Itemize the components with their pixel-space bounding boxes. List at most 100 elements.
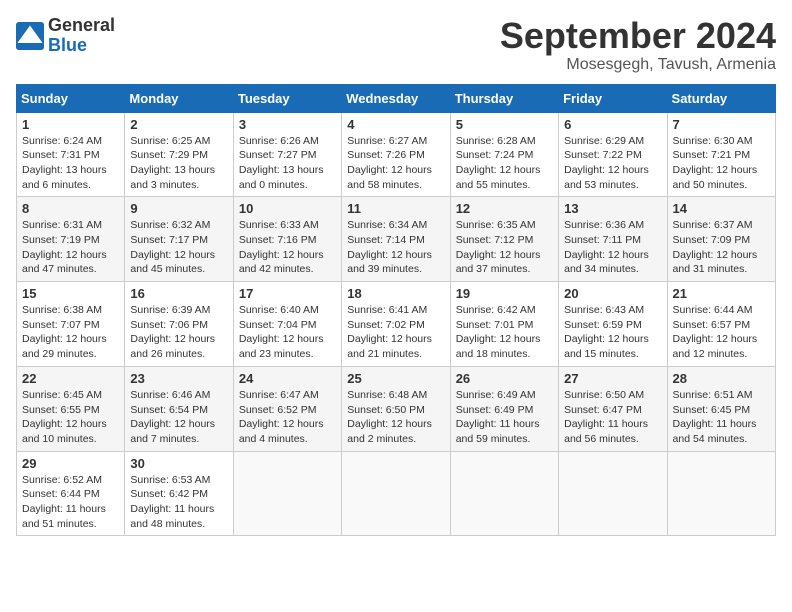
day-number: 28 (673, 371, 770, 386)
day-number: 25 (347, 371, 444, 386)
day-number: 22 (22, 371, 119, 386)
table-cell (450, 451, 558, 536)
day-number: 12 (456, 201, 553, 216)
month-title: September 2024 (500, 16, 776, 56)
day-number: 20 (564, 286, 661, 301)
day-number: 29 (22, 456, 119, 471)
day-number: 6 (564, 117, 661, 132)
day-info: Sunrise: 6:43 AM Sunset: 6:59 PM Dayligh… (564, 304, 649, 360)
day-info: Sunrise: 6:34 AM Sunset: 7:14 PM Dayligh… (347, 219, 432, 275)
day-number: 3 (239, 117, 336, 132)
day-info: Sunrise: 6:29 AM Sunset: 7:22 PM Dayligh… (564, 135, 649, 191)
table-cell: 22 Sunrise: 6:45 AM Sunset: 6:55 PM Dayli… (17, 366, 125, 451)
table-cell: 20 Sunrise: 6:43 AM Sunset: 6:59 PM Dayli… (559, 282, 667, 367)
table-cell: 30Sunrise: 6:53 AM Sunset: 6:42 PM Dayli… (125, 451, 233, 536)
day-number: 17 (239, 286, 336, 301)
day-number: 7 (673, 117, 770, 132)
table-cell (233, 451, 341, 536)
day-info: Sunrise: 6:46 AM Sunset: 6:54 PM Dayligh… (130, 389, 215, 445)
table-cell: 16Sunrise: 6:39 AM Sunset: 7:06 PM Dayli… (125, 282, 233, 367)
table-cell: 7 Sunrise: 6:30 AM Sunset: 7:21 PM Daylig… (667, 112, 775, 197)
day-number: 27 (564, 371, 661, 386)
table-cell: 2Sunrise: 6:25 AM Sunset: 7:29 PM Daylig… (125, 112, 233, 197)
day-number: 15 (22, 286, 119, 301)
calendar-body: 1Sunrise: 6:24 AM Sunset: 7:31 PM Daylig… (17, 112, 776, 536)
calendar-header: Sunday Monday Tuesday Wednesday Thursday… (17, 84, 776, 112)
day-info: Sunrise: 6:42 AM Sunset: 7:01 PM Dayligh… (456, 304, 541, 360)
day-info: Sunrise: 6:49 AM Sunset: 6:49 PM Dayligh… (456, 389, 540, 445)
day-number: 14 (673, 201, 770, 216)
day-info: Sunrise: 6:45 AM Sunset: 6:55 PM Dayligh… (22, 389, 107, 445)
header-wednesday: Wednesday (342, 84, 450, 112)
table-cell: 19 Sunrise: 6:42 AM Sunset: 7:01 PM Dayli… (450, 282, 558, 367)
table-cell: 12Sunrise: 6:35 AM Sunset: 7:12 PM Dayli… (450, 197, 558, 282)
table-cell (342, 451, 450, 536)
table-cell: 1Sunrise: 6:24 AM Sunset: 7:31 PM Daylig… (17, 112, 125, 197)
header-tuesday: Tuesday (233, 84, 341, 112)
table-cell: 11 Sunrise: 6:34 AM Sunset: 7:14 PM Dayli… (342, 197, 450, 282)
day-number: 11 (347, 201, 444, 216)
day-number: 10 (239, 201, 336, 216)
header: General Blue September 2024 Mosesgegh, T… (16, 16, 776, 74)
day-info: Sunrise: 6:36 AM Sunset: 7:11 PM Dayligh… (564, 219, 649, 275)
day-number: 8 (22, 201, 119, 216)
location: Mosesgegh, Tavush, Armenia (500, 56, 776, 74)
day-info: Sunrise: 6:50 AM Sunset: 6:47 PM Dayligh… (564, 389, 648, 445)
table-cell: 9 Sunrise: 6:32 AM Sunset: 7:17 PM Daylig… (125, 197, 233, 282)
day-number: 9 (130, 201, 227, 216)
day-number: 19 (456, 286, 553, 301)
table-cell: 28 Sunrise: 6:51 AM Sunset: 6:45 PM Dayli… (667, 366, 775, 451)
day-info: Sunrise: 6:37 AM Sunset: 7:09 PM Dayligh… (673, 219, 758, 275)
day-info: Sunrise: 6:48 AM Sunset: 6:50 PM Dayligh… (347, 389, 432, 445)
table-cell: 25 Sunrise: 6:48 AM Sunset: 6:50 PM Dayli… (342, 366, 450, 451)
day-info: Sunrise: 6:31 AM Sunset: 7:19 PM Dayligh… (22, 219, 107, 275)
table-cell: 3 Sunrise: 6:26 AM Sunset: 7:27 PM Daylig… (233, 112, 341, 197)
day-info: Sunrise: 6:44 AM Sunset: 6:57 PM Dayligh… (673, 304, 758, 360)
day-info: Sunrise: 6:26 AM Sunset: 7:27 PM Dayligh… (239, 135, 324, 191)
day-number: 21 (673, 286, 770, 301)
table-cell (559, 451, 667, 536)
title-block: September 2024 Mosesgegh, Tavush, Armeni… (500, 16, 776, 74)
day-info: Sunrise: 6:51 AM Sunset: 6:45 PM Dayligh… (673, 389, 757, 445)
table-cell: 5 Sunrise: 6:28 AM Sunset: 7:24 PM Daylig… (450, 112, 558, 197)
header-friday: Friday (559, 84, 667, 112)
table-cell: 13 Sunrise: 6:36 AM Sunset: 7:11 PM Dayli… (559, 197, 667, 282)
day-number: 26 (456, 371, 553, 386)
day-info: Sunrise: 6:39 AM Sunset: 7:06 PM Dayligh… (130, 304, 215, 360)
day-info: Sunrise: 6:40 AM Sunset: 7:04 PM Dayligh… (239, 304, 324, 360)
day-info: Sunrise: 6:47 AM Sunset: 6:52 PM Dayligh… (239, 389, 324, 445)
table-cell: 27 Sunrise: 6:50 AM Sunset: 6:47 PM Dayli… (559, 366, 667, 451)
day-number: 24 (239, 371, 336, 386)
logo-line1: General (48, 16, 115, 36)
table-cell: 24 Sunrise: 6:47 AM Sunset: 6:52 PM Dayli… (233, 366, 341, 451)
table-cell: 6 Sunrise: 6:29 AM Sunset: 7:22 PM Daylig… (559, 112, 667, 197)
table-cell (667, 451, 775, 536)
day-number: 4 (347, 117, 444, 132)
day-info: Sunrise: 6:30 AM Sunset: 7:21 PM Dayligh… (673, 135, 758, 191)
table-cell: 29 Sunrise: 6:52 AM Sunset: 6:44 PM Dayli… (17, 451, 125, 536)
day-info: Sunrise: 6:27 AM Sunset: 7:26 PM Dayligh… (347, 135, 432, 191)
day-info: Sunrise: 6:24 AM Sunset: 7:31 PM Dayligh… (22, 135, 107, 191)
table-cell: 23 Sunrise: 6:46 AM Sunset: 6:54 PM Dayli… (125, 366, 233, 451)
table-cell: 14 Sunrise: 6:37 AM Sunset: 7:09 PM Dayli… (667, 197, 775, 282)
logo-icon (16, 22, 44, 50)
calendar-table: Sunday Monday Tuesday Wednesday Thursday… (16, 84, 776, 537)
header-saturday: Saturday (667, 84, 775, 112)
logo: General Blue (16, 16, 115, 56)
day-info: Sunrise: 6:25 AM Sunset: 7:29 PM Dayligh… (130, 135, 215, 191)
day-info: Sunrise: 6:28 AM Sunset: 7:24 PM Dayligh… (456, 135, 541, 191)
day-info: Sunrise: 6:52 AM Sunset: 6:44 PM Dayligh… (22, 474, 106, 530)
day-info: Sunrise: 6:32 AM Sunset: 7:17 PM Dayligh… (130, 219, 215, 275)
table-cell: 17 Sunrise: 6:40 AM Sunset: 7:04 PM Dayli… (233, 282, 341, 367)
day-number: 18 (347, 286, 444, 301)
table-cell: 4 Sunrise: 6:27 AM Sunset: 7:26 PM Daylig… (342, 112, 450, 197)
table-cell: 18Sunrise: 6:41 AM Sunset: 7:02 PM Dayli… (342, 282, 450, 367)
day-info: Sunrise: 6:33 AM Sunset: 7:16 PM Dayligh… (239, 219, 324, 275)
day-number: 23 (130, 371, 227, 386)
header-sunday: Sunday (17, 84, 125, 112)
logo-line2: Blue (48, 36, 115, 56)
day-number: 13 (564, 201, 661, 216)
table-cell: 15Sunrise: 6:38 AM Sunset: 7:07 PM Dayli… (17, 282, 125, 367)
day-number: 5 (456, 117, 553, 132)
header-thursday: Thursday (450, 84, 558, 112)
